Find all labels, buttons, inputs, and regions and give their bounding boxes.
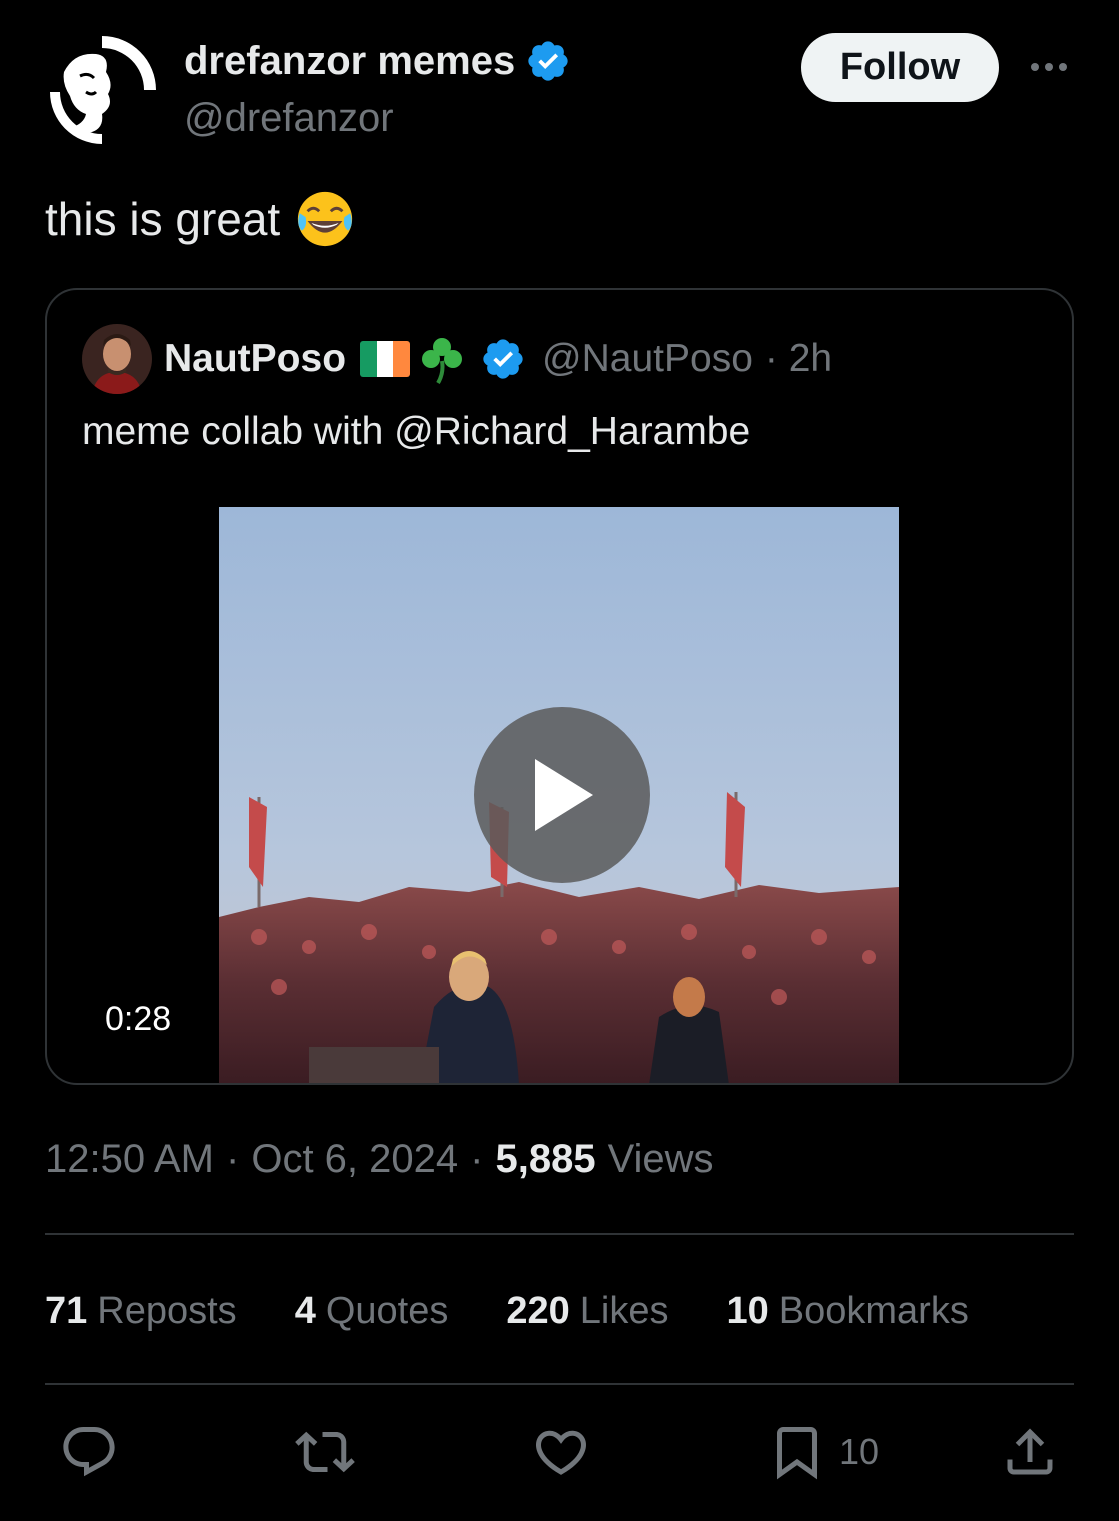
quotes-count: 4: [294, 1290, 316, 1332]
bookmark-button[interactable]: 10: [767, 1420, 879, 1484]
share-icon: [1007, 1428, 1053, 1475]
tweet-text-row: this is great: [45, 188, 356, 250]
reply-icon: [63, 1427, 115, 1477]
views-count: 5,885: [495, 1137, 596, 1181]
quotes-stat[interactable]: 4 Quotes: [295, 1290, 449, 1333]
quoted-handle[interactable]: @NautPoso: [542, 337, 753, 381]
bookmark-count: 10: [839, 1431, 880, 1472]
tweet-header: drefanzor memes @drefanzor Follow: [44, 30, 1075, 150]
tweet-time[interactable]: 12:50 AM: [45, 1137, 214, 1182]
more-options-icon[interactable]: [1024, 52, 1074, 82]
heart-icon: [535, 1430, 587, 1475]
reposts-label: Reposts: [97, 1290, 237, 1332]
quoted-display-name[interactable]: NautPoso: [164, 337, 346, 381]
likes-label: Likes: [579, 1290, 669, 1332]
engagement-stats: 71 Reposts 4 Quotes 220 Likes 10 Bookmarks: [45, 1290, 1027, 1333]
quoted-time[interactable]: · 2h: [765, 337, 832, 381]
quoted-tweet-card[interactable]: NautPoso @NautPoso · 2h meme collab with…: [45, 288, 1074, 1085]
tweet-date[interactable]: Oct 6, 2024: [251, 1137, 458, 1182]
like-button[interactable]: [531, 1420, 591, 1484]
shamrock-icon: [422, 338, 463, 385]
likes-count: 220: [506, 1290, 570, 1332]
author-display-name[interactable]: drefanzor memes: [184, 39, 515, 84]
divider: [45, 1233, 1074, 1235]
video-duration: 0:28: [105, 1000, 172, 1038]
play-button[interactable]: [474, 707, 650, 883]
meta-separator: ·: [470, 1137, 484, 1181]
bookmarks-label: Bookmarks: [778, 1290, 969, 1332]
ireland-flag-icon: [360, 341, 411, 377]
reply-button[interactable]: [59, 1420, 119, 1484]
bookmarks-count: 10: [726, 1290, 769, 1332]
verified-badge-icon: [483, 339, 523, 379]
play-icon: [535, 759, 593, 831]
author-handle[interactable]: @drefanzor: [184, 96, 394, 141]
repost-button[interactable]: [295, 1420, 355, 1484]
bookmark-icon: [777, 1427, 817, 1480]
tweet-meta: 12:50 AM · Oct 6, 2024 · 5,885 Views: [45, 1137, 714, 1182]
views-label: Views: [607, 1137, 714, 1181]
divider: [45, 1383, 1074, 1385]
action-bar: 10: [45, 1420, 1074, 1490]
author-avatar[interactable]: [44, 32, 160, 148]
author-name-row: drefanzor memes: [184, 38, 571, 84]
reposts-count: 71: [45, 1290, 88, 1332]
repost-icon: [295, 1431, 355, 1473]
likes-stat[interactable]: 220 Likes: [506, 1290, 668, 1333]
reposts-stat[interactable]: 71 Reposts: [45, 1290, 237, 1333]
follow-button[interactable]: Follow: [801, 33, 999, 102]
quoted-text: meme collab with @Richard_Harambe: [82, 410, 751, 453]
quotes-label: Quotes: [325, 1290, 449, 1332]
verified-badge-icon: [528, 41, 568, 81]
bookmarks-stat[interactable]: 10 Bookmarks: [726, 1290, 968, 1333]
tweet-text: this is great: [45, 193, 281, 245]
share-button[interactable]: [1000, 1420, 1060, 1484]
quoted-header: NautPoso @NautPoso · 2h: [82, 324, 832, 394]
quoted-author-avatar[interactable]: [82, 324, 152, 394]
meta-separator: ·: [226, 1137, 240, 1181]
face-with-tears-of-joy-icon: [298, 191, 353, 247]
